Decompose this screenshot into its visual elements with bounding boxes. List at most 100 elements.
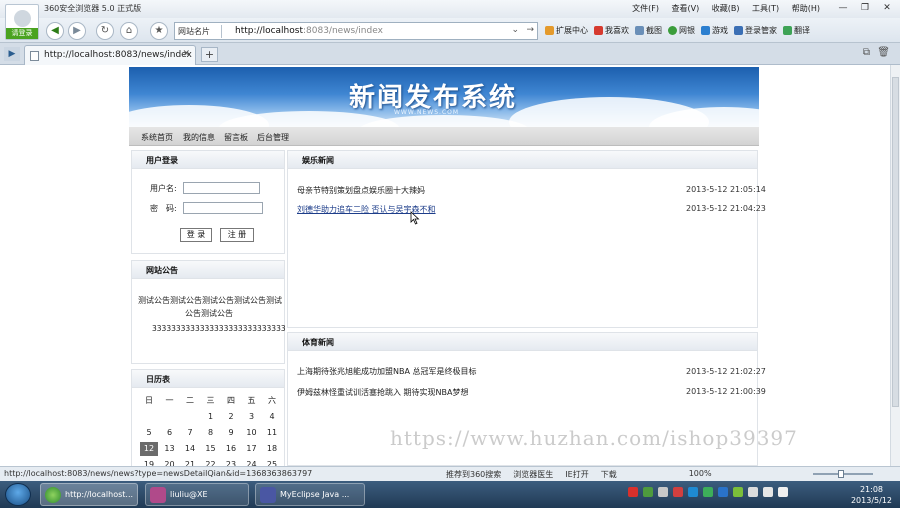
translate-button[interactable]: 翻译: [783, 25, 810, 36]
calendar-day[interactable]: [181, 410, 199, 424]
flag-icon[interactable]: [778, 487, 788, 497]
news-item-title[interactable]: 上海期待张兆旭能成功加盟NBA 总冠军是终极目标: [297, 366, 477, 377]
vertical-scrollbar[interactable]: [890, 65, 900, 466]
menu-favorites[interactable]: 收藏(B): [712, 4, 740, 13]
zoom-slider-handle[interactable]: [838, 470, 844, 478]
calendar-day[interactable]: 3: [243, 410, 261, 424]
news-item-title[interactable]: 伊姆兹林怪重试训活塞抢跳入 期待实现NBA梦想: [297, 387, 469, 398]
task-database[interactable]: liuliu@XE: [145, 483, 249, 506]
address-bar[interactable]: 网站名片 http://localhost:8083/news/index ⌄ …: [174, 22, 538, 40]
calendar-day[interactable]: 23: [222, 458, 240, 466]
register-button[interactable]: 注 册: [220, 228, 254, 242]
menu-tools[interactable]: 工具(T): [752, 4, 779, 13]
menu-file[interactable]: 文件(F): [632, 4, 659, 13]
trash-icon[interactable]: 🗑: [877, 47, 890, 58]
url-text[interactable]: http://localhost:8083/news/index: [235, 26, 383, 36]
favorite-star-icon[interactable]: ★: [150, 22, 168, 40]
tray-icon[interactable]: [733, 487, 743, 497]
games-button[interactable]: 游戏: [701, 25, 728, 36]
calendar-day[interactable]: 2: [222, 410, 240, 424]
download-button[interactable]: 下载: [601, 469, 617, 480]
extension-center-button[interactable]: 扩展中心: [545, 25, 588, 36]
browser-icon: [45, 487, 61, 503]
nav-my-info[interactable]: 我的信息: [183, 132, 215, 143]
nav-admin[interactable]: 后台管理: [257, 132, 289, 143]
tile-windows-icon[interactable]: ⧉: [863, 47, 870, 58]
calendar-day[interactable]: 10: [243, 426, 261, 440]
notice-panel-title: 网站公告: [146, 266, 178, 275]
menu-view[interactable]: 查看(V): [672, 4, 700, 13]
calendar-day[interactable]: 1: [202, 410, 220, 424]
calendar-day[interactable]: 8: [202, 426, 220, 440]
task-browser[interactable]: http://localhost...: [40, 483, 138, 506]
input-method-icon[interactable]: [628, 487, 638, 497]
calendar-day[interactable]: [140, 410, 158, 424]
news-item-title[interactable]: 母亲节特别策划盘点娱乐圈十大辣妈: [297, 185, 425, 196]
volume-icon[interactable]: [763, 487, 773, 497]
login-manager-button[interactable]: 登录管家: [734, 25, 777, 36]
calendar-day[interactable]: 21: [181, 458, 199, 466]
task-myeclipse[interactable]: MyEclipse Java ...: [255, 483, 365, 506]
username-input[interactable]: [183, 182, 260, 194]
tab-title: http://localhost:8083/news/index: [44, 50, 192, 60]
tray-icon[interactable]: [703, 487, 713, 497]
nav-home[interactable]: 系统首页: [141, 132, 173, 143]
calendar-day[interactable]: 6: [161, 426, 179, 440]
start-button[interactable]: [5, 483, 31, 506]
tab-close-icon[interactable]: ✕: [182, 49, 190, 59]
calendar-day[interactable]: 12: [140, 442, 158, 456]
calendar-day[interactable]: 16: [222, 442, 240, 456]
news-site: 新闻发布系统 WWW.NEWS.COM 系统首页 我的信息 留言板 后台管理 用…: [129, 65, 766, 466]
new-tab-button[interactable]: +: [201, 47, 218, 62]
account-avatar[interactable]: 请登录: [5, 4, 39, 40]
tray-icon[interactable]: [688, 487, 698, 497]
tab-news-index[interactable]: http://localhost:8083/news/index ✕: [24, 45, 196, 65]
site-card-label[interactable]: 网站名片: [178, 26, 210, 37]
password-input[interactable]: [183, 202, 263, 214]
calendar-day[interactable]: 5: [140, 426, 158, 440]
calendar-day[interactable]: 7: [181, 426, 199, 440]
calendar-day[interactable]: 22: [202, 458, 220, 466]
calendar-day[interactable]: 9: [222, 426, 240, 440]
calendar-day[interactable]: 19: [140, 458, 158, 466]
calendar-day[interactable]: 18: [263, 442, 281, 456]
browser-doctor-button[interactable]: 浏览器医生: [513, 469, 553, 480]
tray-icon[interactable]: [643, 487, 653, 497]
like-button[interactable]: 我喜欢: [594, 25, 629, 36]
calendar-day[interactable]: 20: [161, 458, 179, 466]
tray-icon[interactable]: [718, 487, 728, 497]
recommend-360-button[interactable]: 推荐到360搜索: [446, 469, 501, 480]
minimize-icon[interactable]: —: [834, 1, 852, 15]
calendar-day[interactable]: 15: [202, 442, 220, 456]
chevron-down-icon[interactable]: ⌄: [511, 25, 519, 35]
tray-icon[interactable]: [658, 487, 668, 497]
home-icon[interactable]: ⌂: [120, 22, 138, 40]
screenshot-button[interactable]: 截图: [635, 25, 662, 36]
go-arrow-icon[interactable]: →: [526, 25, 534, 35]
calendar-day[interactable]: 24: [243, 458, 261, 466]
restore-icon[interactable]: ❐: [856, 1, 874, 15]
refresh-icon[interactable]: ↻: [96, 22, 114, 40]
scrollbar-thumb[interactable]: [892, 77, 899, 407]
system-clock[interactable]: 21:08 2013/5/12: [851, 484, 892, 506]
login-label[interactable]: 请登录: [6, 28, 38, 39]
menu-help[interactable]: 帮助(H): [792, 4, 820, 13]
sidebar-toggle-icon[interactable]: ▶: [4, 47, 20, 61]
online-banking-button[interactable]: 网银: [668, 25, 695, 36]
calendar-day[interactable]: 4: [263, 410, 281, 424]
zoom-level[interactable]: 100%: [689, 469, 712, 480]
forward-icon[interactable]: ▶: [68, 22, 86, 40]
calendar-day[interactable]: [161, 410, 179, 424]
calendar-day[interactable]: 25: [263, 458, 281, 466]
tray-icon[interactable]: [673, 487, 683, 497]
calendar-day[interactable]: 14: [181, 442, 199, 456]
network-icon[interactable]: [748, 487, 758, 497]
calendar-day[interactable]: 11: [263, 426, 281, 440]
calendar-day[interactable]: 13: [161, 442, 179, 456]
login-button[interactable]: 登 录: [180, 228, 212, 242]
nav-guestbook[interactable]: 留言板: [224, 132, 248, 143]
ie-open-button[interactable]: IE打开: [565, 469, 588, 480]
calendar-day[interactable]: 17: [243, 442, 261, 456]
back-icon[interactable]: ◀: [46, 22, 64, 40]
close-icon[interactable]: ✕: [878, 1, 896, 15]
